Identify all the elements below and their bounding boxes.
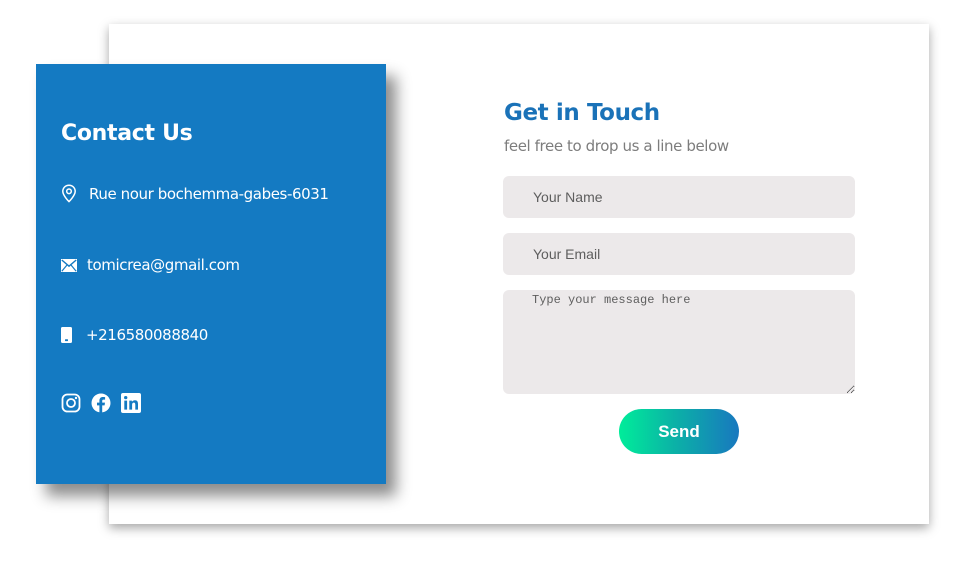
contact-title: Contact Us — [61, 121, 193, 146]
email-input[interactable] — [503, 233, 855, 275]
name-input[interactable] — [503, 176, 855, 218]
form-heading: Get in Touch — [504, 100, 660, 126]
send-button[interactable]: Send — [619, 409, 739, 454]
page: Contact Us Rue nour bochemma-gabes-6031 … — [0, 0, 972, 564]
phone-text: +216580088840 — [86, 326, 208, 344]
linkedin-icon[interactable] — [121, 393, 141, 413]
form-subtitle: feel free to drop us a line below — [504, 137, 729, 155]
location-pin-icon — [61, 184, 77, 203]
phone-row: +216580088840 — [61, 326, 208, 344]
mobile-phone-icon — [61, 327, 72, 343]
address-text: Rue nour bochemma-gabes-6031 — [89, 184, 329, 203]
social-links — [61, 393, 141, 413]
address-row: Rue nour bochemma-gabes-6031 — [61, 184, 329, 203]
email-row: tomicrea@gmail.com — [61, 256, 240, 274]
email-text: tomicrea@gmail.com — [87, 256, 240, 274]
contact-info-panel: Contact Us Rue nour bochemma-gabes-6031 … — [36, 64, 386, 484]
envelope-icon — [61, 258, 77, 272]
facebook-icon[interactable] — [91, 393, 111, 413]
message-textarea[interactable] — [503, 290, 855, 394]
instagram-icon[interactable] — [61, 393, 81, 413]
